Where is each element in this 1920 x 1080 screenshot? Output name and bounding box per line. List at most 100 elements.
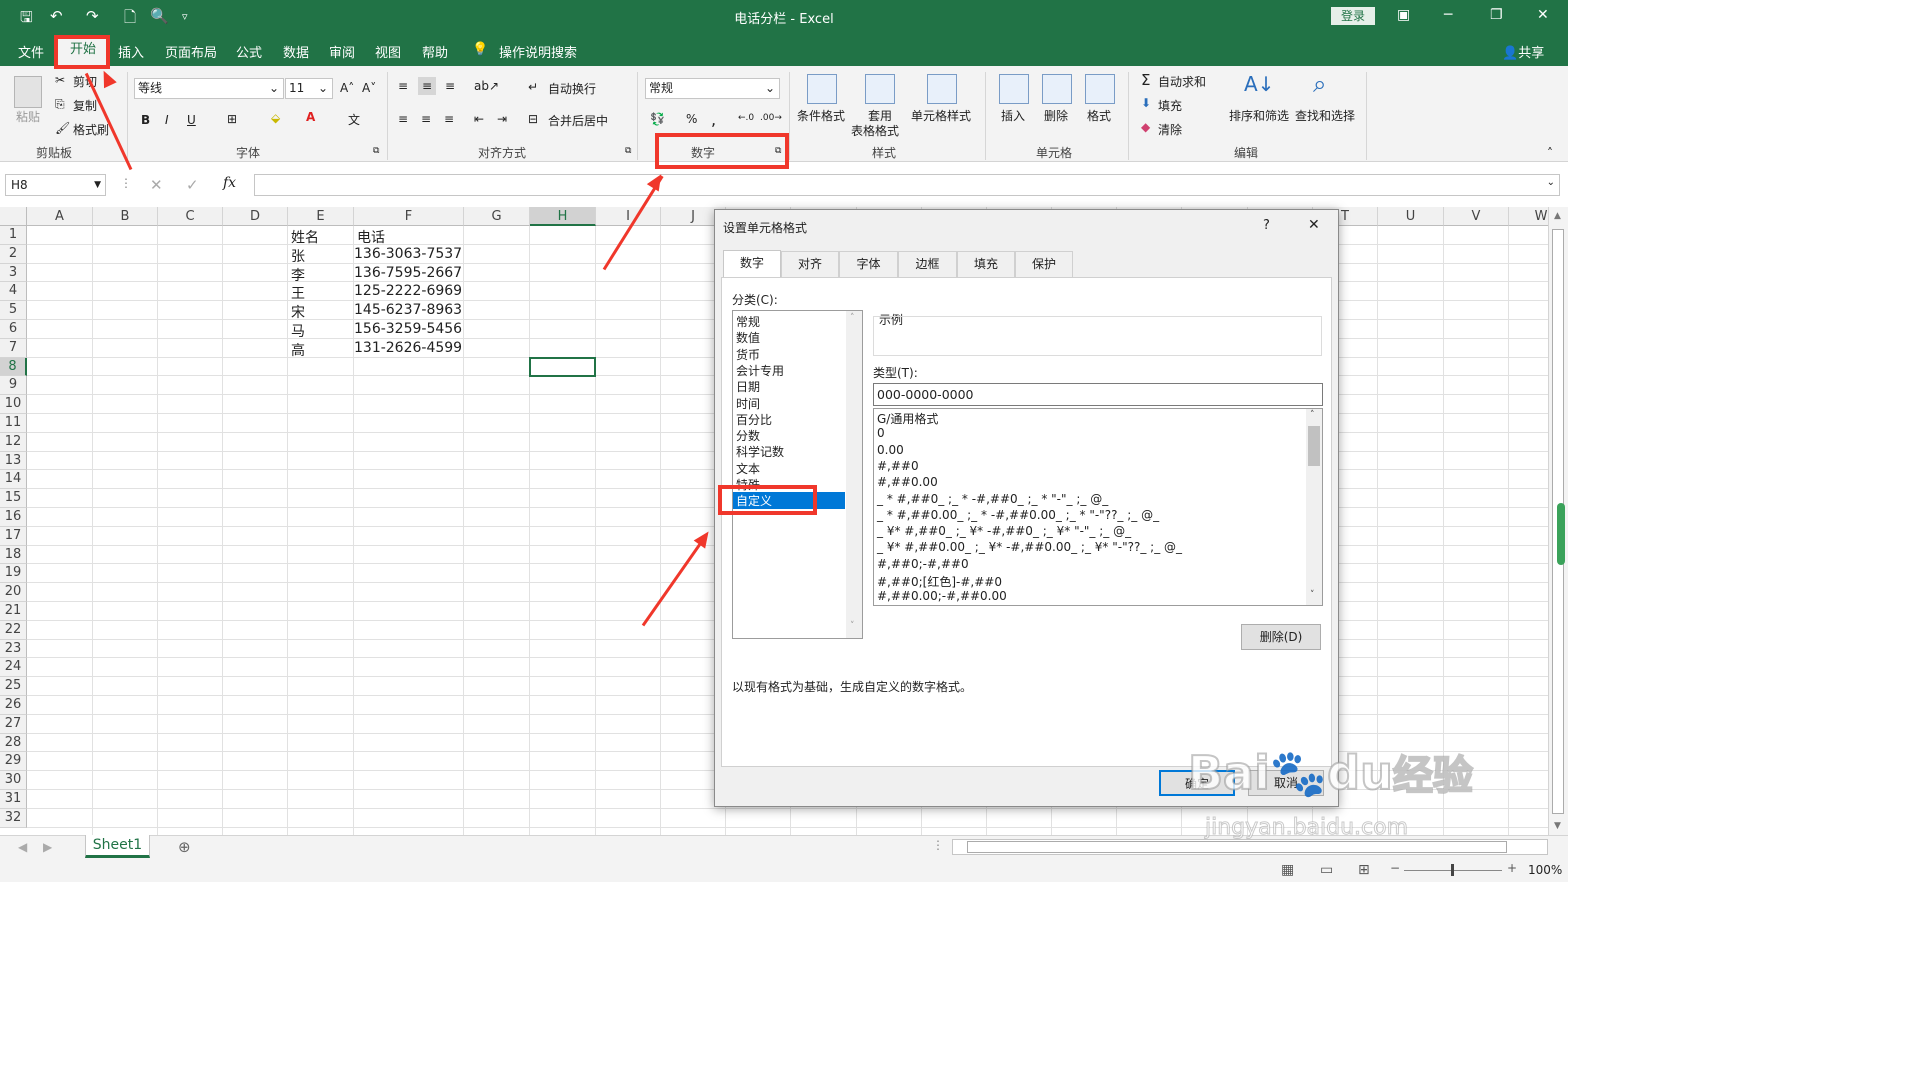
dialog-close-button[interactable]: ✕ <box>1308 217 1320 233</box>
next-sheet-icon[interactable]: ▶ <box>43 840 52 854</box>
scroll-down-icon[interactable]: ˅ <box>850 621 855 631</box>
format-as-table-line2[interactable]: 表格格式 <box>851 122 899 139</box>
cancel-icon[interactable]: ✕ <box>150 176 163 194</box>
find-select-button[interactable]: 查找和选择 <box>1295 107 1355 124</box>
format-item[interactable]: _ ¥* #,##0_ ;_ ¥* -#,##0_ ;_ ¥* "-"_ ;_ … <box>877 524 1131 538</box>
cell-f3[interactable]: 136-7595-2667 <box>354 265 462 281</box>
copy-button[interactable]: 复制 <box>73 97 97 114</box>
format-list[interactable]: ˄ ˅ G/通用格式 0 0.00 #,##0 #,##0.00 _ * #,##0_ ;… <box>873 408 1323 606</box>
format-item[interactable]: 0.00 <box>877 443 904 457</box>
row-header-4[interactable]: 4 <box>0 282 27 302</box>
column-header-u[interactable]: U <box>1378 207 1444 226</box>
column-header-a[interactable]: A <box>27 207 93 226</box>
restore-icon[interactable]: ❐ <box>1490 7 1503 23</box>
scroll-up-icon[interactable]: ˄ <box>1310 410 1315 420</box>
align-right-icon[interactable]: ≡ <box>444 112 454 126</box>
fill-color-icon[interactable]: ⬙ <box>271 111 280 125</box>
category-item[interactable]: 时间 <box>736 395 760 412</box>
help-button[interactable]: ? <box>1263 218 1270 233</box>
row-header-2[interactable]: 2 <box>0 244 27 264</box>
font-size-select[interactable]: 11 ⌄ <box>285 78 333 99</box>
cell-e4[interactable]: 王 <box>291 283 305 303</box>
row-header-11[interactable]: 11 <box>0 414 27 433</box>
sort-filter-icon[interactable]: A↓ <box>1244 72 1274 96</box>
prev-sheet-icon[interactable]: ◀ <box>18 840 27 854</box>
scroll-down-icon[interactable]: ▼ <box>1554 821 1561 831</box>
login-button[interactable]: 登录 <box>1331 7 1375 25</box>
dialog-launcher-icon[interactable]: ⧉ <box>625 146 631 156</box>
format-item[interactable]: #,##0 <box>877 459 919 473</box>
row-header-18[interactable]: 18 <box>0 545 27 565</box>
conditional-formatting-icon[interactable] <box>807 74 837 104</box>
category-item[interactable]: 日期 <box>736 378 760 395</box>
format-item[interactable]: #,##0;-#,##0 <box>877 557 969 571</box>
row-header-32[interactable]: 32 <box>0 808 27 828</box>
category-item[interactable]: 会计专用 <box>736 362 784 379</box>
column-header-v[interactable]: V <box>1444 207 1509 226</box>
row-header-29[interactable]: 29 <box>0 752 27 772</box>
delete-format-button[interactable]: 删除(D) <box>1241 624 1321 650</box>
row-header-20[interactable]: 20 <box>0 583 27 602</box>
category-scrollbar[interactable]: ˄ ˅ <box>846 311 862 638</box>
row-header-12[interactable]: 12 <box>0 432 27 452</box>
zoom-in-icon[interactable]: + <box>1507 861 1517 875</box>
cell-e3[interactable]: 李 <box>291 265 305 285</box>
tab-help[interactable]: 帮助 <box>422 42 448 61</box>
italic-button[interactable]: I <box>165 113 169 127</box>
tab-border[interactable]: 边框 <box>898 251 957 277</box>
row-header-19[interactable]: 19 <box>0 564 27 584</box>
insert-cells-button[interactable]: 插入 <box>1001 107 1025 124</box>
tab-protection[interactable]: 保护 <box>1015 251 1073 277</box>
close-icon[interactable]: ✕ <box>1537 7 1549 23</box>
row-header-14[interactable]: 14 <box>0 470 27 490</box>
row-header-16[interactable]: 16 <box>0 508 27 527</box>
category-item[interactable]: 百分比 <box>736 411 772 428</box>
format-as-table-icon[interactable] <box>865 74 895 104</box>
column-header-i[interactable]: I <box>596 207 661 226</box>
font-color-icon[interactable]: A <box>306 110 315 124</box>
cell-e7[interactable]: 高 <box>291 340 305 360</box>
row-header-23[interactable]: 23 <box>0 639 27 659</box>
decrease-decimal-icon[interactable]: .00→ <box>760 113 782 123</box>
row-header-13[interactable]: 13 <box>0 451 27 471</box>
row-header-5[interactable]: 5 <box>0 301 27 320</box>
grow-font-icon[interactable]: A˄ <box>340 81 354 95</box>
paste-icon[interactable] <box>14 76 42 108</box>
format-item[interactable]: _ ¥* #,##0.00_ ;_ ¥* -#,##0.00_ ;_ ¥* "-… <box>877 540 1182 554</box>
scroll-up-icon[interactable]: ▲ <box>1554 211 1561 221</box>
tab-font[interactable]: 字体 <box>839 251 898 277</box>
tab-review[interactable]: 审阅 <box>329 42 355 61</box>
normal-view-icon[interactable]: ▦ <box>1281 862 1294 878</box>
dialog-launcher-icon[interactable]: ⧉ <box>373 146 379 156</box>
category-item[interactable]: 数值 <box>736 329 760 346</box>
format-cells-button[interactable]: 格式 <box>1087 107 1111 124</box>
align-bottom-icon[interactable]: ≡ <box>445 79 455 93</box>
delete-cells-icon[interactable] <box>1042 74 1072 104</box>
share-button[interactable]: 👤共享 <box>1502 42 1544 61</box>
column-header-h[interactable]: H <box>530 207 596 226</box>
column-header-e[interactable]: E <box>288 207 354 226</box>
column-header-w[interactable]: W <box>1509 207 1548 226</box>
number-format-select[interactable]: 常规 ⌄ <box>645 78 780 99</box>
scroll-up-icon[interactable]: ˄ <box>850 313 855 323</box>
horizontal-scrollbar[interactable] <box>952 839 1548 855</box>
row-header-6[interactable]: 6 <box>0 320 27 339</box>
row-header-15[interactable]: 15 <box>0 489 27 508</box>
shrink-font-icon[interactable]: A˅ <box>362 81 376 95</box>
format-painter-button[interactable]: 格式刷 <box>73 121 109 138</box>
cell-e5[interactable]: 宋 <box>291 302 305 322</box>
row-header-7[interactable]: 7 <box>0 338 27 358</box>
zoom-slider-thumb[interactable] <box>1451 864 1454 876</box>
row-header-1[interactable]: 1 <box>0 226 27 245</box>
formula-input[interactable]: ⌄ <box>254 174 1560 196</box>
format-item[interactable]: _ * #,##0_ ;_ * -#,##0_ ;_ * "-"_ ;_ @_ <box>877 492 1108 506</box>
column-header-g[interactable]: G <box>464 207 530 226</box>
brush-icon[interactable]: 🖌 <box>55 121 70 135</box>
increase-decimal-icon[interactable]: ←.0 <box>738 113 754 123</box>
cell-f2[interactable]: 136-3063-7537 <box>354 246 462 262</box>
column-header-b[interactable]: B <box>93 207 158 226</box>
ribbon-display-icon[interactable]: ▣ <box>1397 7 1410 23</box>
expand-formula-icon[interactable]: ⌄ <box>1547 177 1555 188</box>
percent-button[interactable]: % <box>686 112 697 126</box>
merge-center-button[interactable]: 合并后居中 <box>548 112 608 129</box>
